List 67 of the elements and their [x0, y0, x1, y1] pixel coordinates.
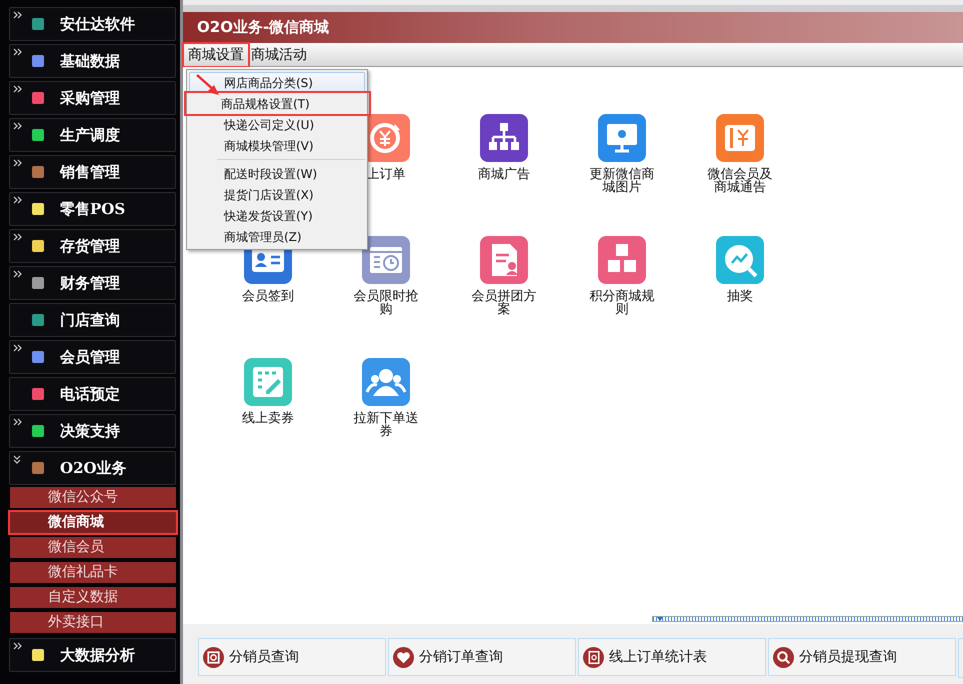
tile-label[interactable]: 会员拼团方案: [470, 290, 538, 316]
sidebar-item[interactable]: 财务管理: [9, 266, 176, 300]
sidebar-item[interactable]: 大数据分析: [9, 638, 176, 672]
double-chevron-right-icon[interactable]: [13, 48, 22, 57]
blocks-icon[interactable]: [598, 236, 646, 284]
sidebar-item[interactable]: 门店查询: [9, 303, 176, 337]
menu-option[interactable]: 商城管理员(Z): [189, 226, 365, 247]
double-chevron-right-icon[interactable]: [13, 122, 22, 131]
notebook-icon: [583, 646, 604, 668]
double-chevron-right-icon[interactable]: [13, 270, 22, 279]
submenu-item[interactable]: 微信会员: [10, 537, 176, 558]
menu-option[interactable]: 配送时段设置(W): [189, 163, 365, 184]
menu-option[interactable]: 商品规格设置(T): [186, 93, 369, 114]
tile-label[interactable]: 积分商城规则: [588, 290, 656, 316]
menu-item[interactable]: 商城设置: [184, 44, 248, 66]
double-chevron-right-icon[interactable]: [13, 159, 22, 168]
double-chevron-right-icon[interactable]: [13, 85, 22, 94]
users-icon[interactable]: [362, 358, 410, 406]
tile-label[interactable]: 会员限时抢购: [352, 290, 420, 316]
double-chevron-right-icon[interactable]: [13, 642, 22, 651]
monitor-icon[interactable]: [598, 114, 646, 162]
tile-label[interactable]: 微信会员及商城通告: [706, 168, 774, 194]
shortcut-button[interactable]: 线上订单统计表: [578, 638, 766, 676]
ticket-icon[interactable]: [716, 114, 764, 162]
annotation-arrow: [195, 73, 221, 97]
double-chevron-right-icon[interactable]: [13, 196, 22, 205]
double-chevron-right-icon[interactable]: [13, 11, 22, 20]
double-chevron-down-icon[interactable]: [13, 455, 22, 464]
tile-label[interactable]: 拉新下单送券: [352, 412, 420, 438]
shortcut-button[interactable]: 分销订单查询: [388, 638, 576, 676]
sidebar-item[interactable]: 采购管理: [9, 81, 176, 115]
submenu-item[interactable]: 微信公众号: [10, 487, 176, 508]
menu-item[interactable]: 商城活动: [249, 44, 309, 64]
sidebar-item[interactable]: 零售POS: [9, 192, 176, 226]
tile-label[interactable]: 抽奖: [706, 290, 774, 303]
double-chevron-right-icon[interactable]: [13, 344, 22, 353]
sidebar-item[interactable]: O2O业务: [9, 451, 176, 485]
sidebar-item[interactable]: 决策支持: [9, 414, 176, 448]
sidebar-item[interactable]: 安仕达软件: [9, 7, 176, 41]
sidebar-item[interactable]: 存货管理: [9, 229, 176, 263]
sidebar-item[interactable]: 销售管理: [9, 155, 176, 189]
hierarchy-icon[interactable]: [480, 114, 528, 162]
sidebar-item[interactable]: 生产调度: [9, 118, 176, 152]
double-chevron-right-icon[interactable]: [13, 418, 22, 427]
sidebar-item[interactable]: 电话预定: [9, 377, 176, 411]
menu-option[interactable]: 商城模块管理(V): [189, 135, 365, 156]
double-chevron-right-icon[interactable]: [13, 233, 22, 242]
tile-label[interactable]: 会员签到: [234, 290, 302, 303]
sidebar-item[interactable]: 基础数据: [9, 44, 176, 78]
shortcut-button[interactable]: 分销员查询: [198, 638, 386, 676]
submenu-item[interactable]: 外卖接口: [10, 612, 176, 633]
menu-option[interactable]: 快递公司定义(U): [189, 114, 365, 135]
sidebar-item[interactable]: 会员管理: [9, 340, 176, 374]
calendar-clock-icon[interactable]: [362, 236, 410, 284]
document-user-icon[interactable]: [480, 236, 528, 284]
menu-option[interactable]: 快递发货设置(Y): [189, 205, 365, 226]
menu-option[interactable]: 提货门店设置(X): [189, 184, 365, 205]
submenu-item[interactable]: 微信商城: [10, 512, 176, 533]
search-icon: [203, 646, 224, 668]
tile-label[interactable]: 线上卖券: [234, 412, 302, 425]
tile-label[interactable]: 更新微信商城图片: [588, 168, 656, 194]
tile-label[interactable]: 商城广告: [470, 168, 538, 181]
search-icon: [773, 646, 794, 668]
shortcut-button[interactable]: 分销员提现查询: [768, 638, 956, 676]
window-title: O2O业务-微信商城: [197, 18, 330, 37]
submenu-item[interactable]: 微信礼品卡: [10, 562, 176, 583]
submenu-item[interactable]: 自定义数据: [10, 587, 176, 608]
